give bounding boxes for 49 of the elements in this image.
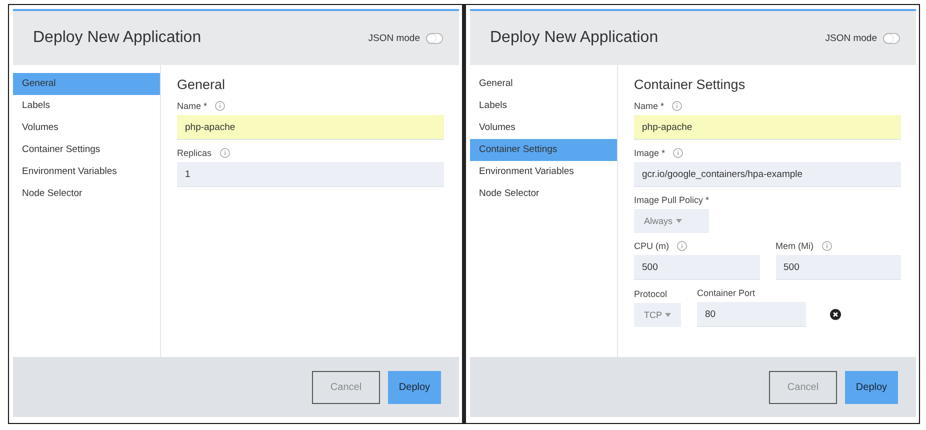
dialog-title: Deploy New Application (33, 29, 202, 47)
sidebar-item[interactable]: Labels (13, 95, 160, 117)
dropdown[interactable]: Always (634, 209, 710, 233)
section-title: General (177, 77, 226, 92)
caret-icon (676, 219, 682, 223)
input-field[interactable]: gcr.io/google_containers/hpa-example (634, 162, 901, 187)
sidebar-item[interactable]: Volumes (470, 117, 617, 139)
sidebar-item[interactable]: Labels (470, 95, 617, 117)
sidebar-item[interactable]: Node Selector (13, 183, 160, 205)
deploy-button[interactable]: Deploy (845, 370, 898, 404)
field-label: Name * (177, 101, 208, 111)
input-field[interactable]: php-apache (177, 115, 444, 140)
input-field[interactable]: 500 (634, 255, 760, 280)
field-label: Container Port (697, 288, 756, 298)
json-mode-toggle[interactable] (883, 32, 900, 44)
input-field[interactable]: 500 (776, 255, 901, 280)
info-icon[interactable] (672, 101, 682, 111)
field-label: Image Pull Policy * (634, 195, 710, 205)
info-icon[interactable] (677, 241, 687, 251)
field-label: Protocol (634, 289, 668, 299)
sidebar-item[interactable]: Volumes (13, 117, 160, 139)
remove-icon[interactable] (830, 309, 841, 320)
deploy-button[interactable]: Deploy (388, 370, 441, 404)
input-field[interactable]: 80 (697, 302, 806, 327)
dropdown[interactable]: TCP (634, 303, 681, 327)
sidebar-item[interactable]: Container Settings (13, 139, 160, 161)
field-label: Name * (634, 101, 664, 111)
info-icon[interactable] (215, 101, 226, 111)
sidebar-item[interactable]: General (470, 73, 617, 95)
json-mode-label: JSON mode (825, 32, 877, 44)
dialog-title: Deploy New Application (490, 29, 658, 47)
json-mode-label: JSON mode (368, 32, 420, 44)
field-label: CPU (m) (634, 241, 669, 251)
input-field[interactable]: 1 (177, 162, 444, 187)
input-field[interactable]: php-apache (634, 115, 901, 140)
field-label: Replicas (177, 148, 212, 158)
sidebar-item[interactable]: General (13, 73, 160, 95)
info-icon[interactable] (822, 241, 832, 251)
info-icon[interactable] (673, 148, 684, 158)
section-title: Container Settings (634, 77, 746, 92)
field-label: Image * (634, 148, 666, 158)
sidebar-item[interactable]: Environment Variables (470, 161, 617, 183)
sidebar-item[interactable]: Node Selector (470, 183, 617, 205)
sidebar-item[interactable]: Container Settings (470, 139, 617, 161)
field-label: Mem (Mi) (776, 241, 814, 251)
sidebar-item[interactable]: Environment Variables (13, 161, 160, 183)
json-mode-toggle[interactable] (426, 32, 443, 44)
info-icon[interactable] (220, 148, 230, 158)
caret-icon (665, 313, 671, 317)
